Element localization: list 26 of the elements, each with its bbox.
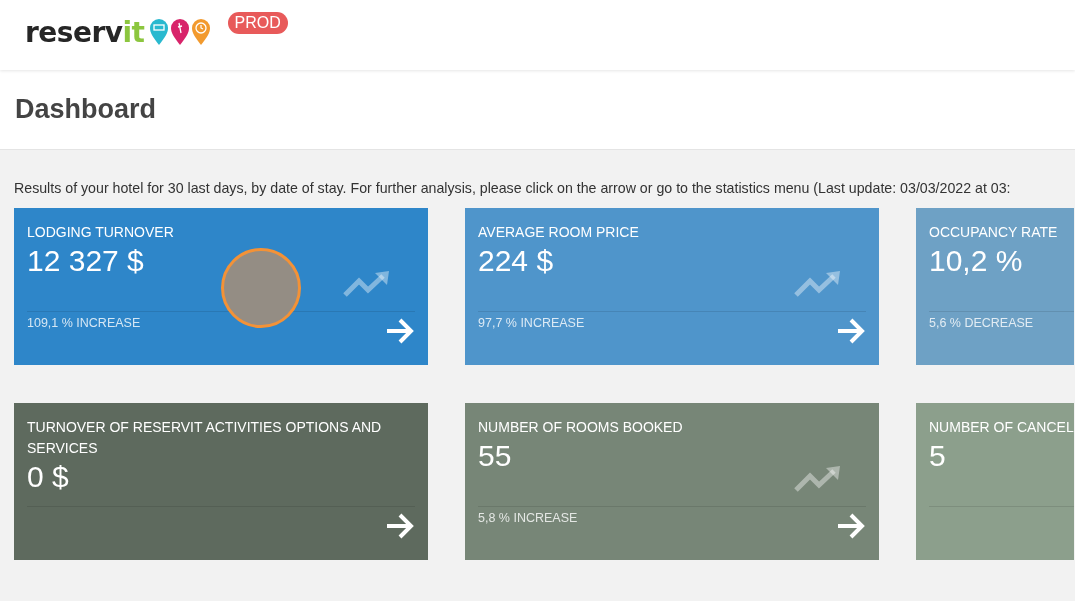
card-change: 5,8 % INCREASE: [478, 511, 578, 525]
card-title: TURNOVER OF RESERVIT ACTIVITIES OPTIONS AND SERVICES: [27, 418, 383, 458]
arrow-right-icon[interactable]: [836, 318, 866, 344]
card-value: 5: [929, 438, 947, 474]
card-value: 0 $: [27, 459, 70, 495]
pin-icons-drawing: [147, 17, 212, 47]
card-change: 109,1 % INCREASE: [27, 316, 141, 330]
card-title: OCCUPANCY RATE: [929, 223, 1059, 242]
arrow-right-icon[interactable]: [385, 513, 415, 539]
arrow-right-icon[interactable]: [385, 318, 415, 344]
card-value: 55: [478, 438, 513, 474]
card-value: 224 $: [478, 243, 555, 279]
environment-badge: PROD: [227, 12, 288, 34]
page-title: Dashboard: [15, 94, 157, 125]
card-change: 5,6 % DECREASE: [929, 316, 1034, 330]
logo[interactable]: reservit: [25, 15, 212, 49]
card-value: 12 327 $: [27, 243, 145, 279]
arrow-right-icon[interactable]: [836, 513, 866, 539]
card-title: NUMBER OF ROOMS BOOKED: [478, 418, 684, 437]
card-value: 10,2 %: [929, 243, 1024, 279]
card-title: AVERAGE ROOM PRICE: [478, 223, 640, 242]
card-change: 97,7 % INCREASE: [478, 316, 585, 330]
logo-text: reservit: [25, 15, 145, 49]
intro-text: Results of your hotel for 30 last days, by date of stay. For further analysis, please click on the arrow or go to the statistics menu (Last update: 03/03/2022 at 03:: [14, 180, 1012, 196]
card-title: LODGING TURNOVER: [27, 223, 175, 242]
card-title: NUMBER OF CANCEL: [929, 418, 1074, 437]
